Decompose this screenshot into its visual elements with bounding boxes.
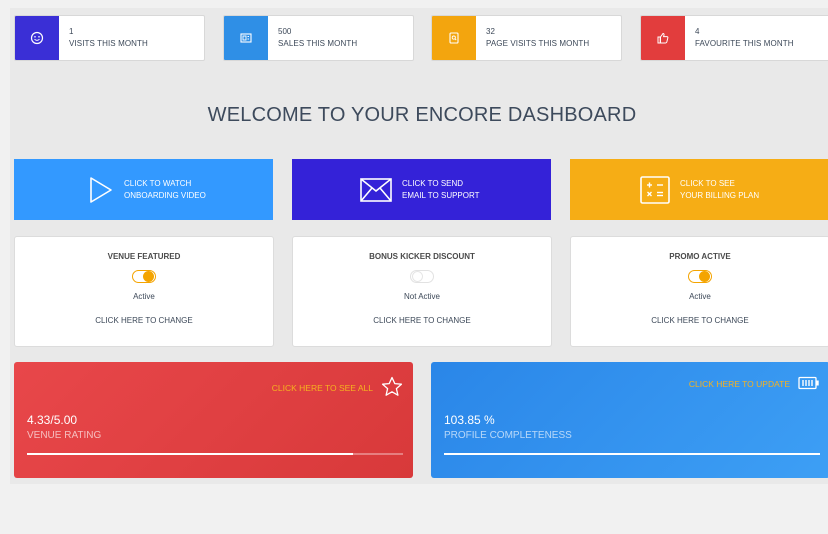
metric-value: 4.33/5.00	[27, 413, 78, 427]
star-icon	[381, 376, 403, 399]
stat-value: 4	[695, 27, 700, 36]
stat-label: PAGE VISITS THIS MONTH	[486, 39, 590, 48]
update-label: CLICK HERE TO UPDATE	[688, 379, 790, 389]
thumbs-up-icon	[641, 16, 685, 60]
see-all-label: CLICK HERE TO SEE ALL	[271, 382, 373, 393]
page-title: WELCOME TO YOUR ENCORE DASHBOARD	[207, 104, 637, 126]
toggle-status: Not Active	[403, 292, 440, 301]
rating-progress-bar	[27, 453, 403, 455]
stat-label: FAVOURITE THIS MONTH	[695, 39, 794, 48]
promo-active-card: PROMO ACTIVE Active CLICK HERE TO CHANGE	[570, 236, 828, 347]
stat-card-visits: 1 VISITS THIS MONTH	[14, 15, 205, 61]
change-link[interactable]: CLICK HERE TO CHANGE	[15, 316, 273, 325]
stat-label: VISITS THIS MONTH	[69, 39, 148, 48]
venue-featured-toggle[interactable]	[132, 270, 156, 283]
action-label-line1: CLICK TO WATCH	[124, 178, 192, 188]
smile-icon	[15, 16, 59, 60]
card-title: PROMO ACTIVE	[669, 252, 731, 261]
page-search-icon	[432, 16, 476, 60]
venue-featured-card: VENUE FEATURED Active CLICK HERE TO CHAN…	[14, 236, 274, 347]
stat-card-sales: 500 SALES THIS MONTH	[223, 15, 414, 61]
calculator-screen-icon	[224, 16, 268, 60]
stat-label: SALES THIS MONTH	[278, 39, 358, 48]
metric-label: VENUE RATING	[27, 430, 102, 441]
profile-completeness-card: CLICK HERE TO UPDATE 103.85 % PROFILE CO…	[431, 362, 828, 478]
see-all-link[interactable]: CLICK HERE TO SEE ALL	[272, 376, 403, 399]
bonus-kicker-discount-toggle[interactable]	[410, 270, 434, 283]
envelope-icon	[292, 177, 402, 202]
change-link[interactable]: CLICK HERE TO CHANGE	[571, 316, 828, 325]
card-title: BONUS KICKER DISCOUNT	[369, 252, 475, 261]
profile-progress-bar	[444, 453, 820, 455]
venue-rating-card: CLICK HERE TO SEE ALL 4.33/5.00 VENUE RA…	[14, 362, 413, 478]
card-title: VENUE FEATURED	[107, 252, 181, 261]
action-label-line1: CLICK TO SEND	[402, 178, 464, 188]
change-link[interactable]: CLICK HERE TO CHANGE	[293, 316, 551, 325]
stat-value: 500	[278, 27, 292, 36]
metric-label: PROFILE COMPLETENESS	[444, 430, 572, 441]
play-icon	[14, 176, 124, 204]
billing-plan-button[interactable]: CLICK TO SEE YOUR BILLING PLAN	[570, 159, 828, 220]
watch-onboarding-video-button[interactable]: CLICK TO WATCH ONBOARDING VIDEO	[14, 159, 273, 220]
email-support-button[interactable]: CLICK TO SEND EMAIL TO SUPPORT	[292, 159, 551, 220]
toggle-status: Active	[689, 292, 711, 301]
stat-value: 1	[69, 27, 74, 36]
bonus-kicker-discount-card: BONUS KICKER DISCOUNT Not Active CLICK H…	[292, 236, 552, 347]
action-label-line1: CLICK TO SEE	[680, 178, 735, 188]
stat-value: 32	[486, 27, 495, 36]
update-link[interactable]: CLICK HERE TO UPDATE	[689, 376, 820, 392]
toggle-status: Active	[133, 292, 155, 301]
action-label-line2: ONBOARDING VIDEO	[124, 190, 206, 200]
promo-active-toggle[interactable]	[688, 270, 712, 283]
action-label-line2: EMAIL TO SUPPORT	[402, 190, 480, 200]
calculator-icon	[570, 175, 680, 204]
stat-card-favourites: 4 FAVOURITE THIS MONTH	[640, 15, 828, 61]
battery-icon	[798, 376, 820, 392]
metric-value: 103.85 %	[444, 413, 495, 427]
action-label-line2: YOUR BILLING PLAN	[680, 190, 760, 200]
stat-card-page-visits: 32 PAGE VISITS THIS MONTH	[431, 15, 622, 61]
